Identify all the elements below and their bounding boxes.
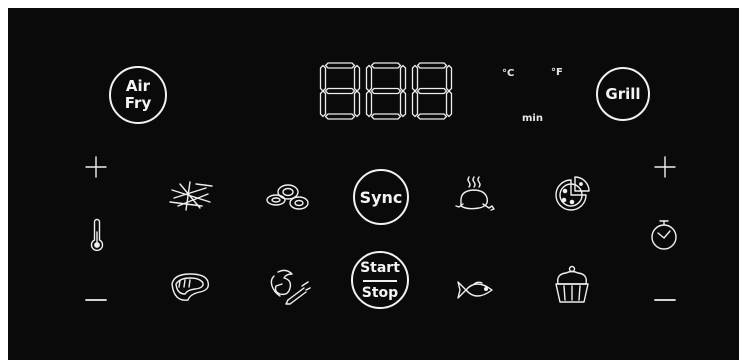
start-stop-button[interactable]: Start Stop — [351, 251, 409, 309]
pizza-icon[interactable] — [551, 174, 595, 216]
segment-2-a — [370, 62, 402, 69]
segment-2-e — [365, 90, 373, 118]
time-minus-button[interactable] — [654, 294, 676, 306]
air-fry-button[interactable]: Air Fry — [109, 66, 167, 124]
time-plus-button[interactable] — [653, 155, 677, 179]
segment-3-c — [445, 90, 453, 118]
segment-3-g — [416, 87, 448, 95]
vegetables-icon[interactable] — [264, 178, 312, 214]
seven-segment-digits — [319, 62, 453, 120]
sync-button[interactable]: Sync — [353, 169, 409, 225]
segment-3-a — [416, 62, 448, 69]
thermometer-icon — [90, 218, 104, 252]
segment-1-a — [324, 62, 356, 69]
segment-3-e — [411, 90, 419, 118]
sync-label: Sync — [359, 187, 403, 207]
timer-icon — [649, 218, 679, 252]
dessert-icon[interactable] — [552, 264, 592, 308]
start-stop-divider — [363, 279, 397, 282]
segment-1-d — [324, 113, 356, 120]
segment-2-c — [399, 90, 407, 118]
steak-icon[interactable] — [166, 270, 214, 304]
display-digits-text: 888 — [321, 123, 322, 124]
fries-icon[interactable] — [166, 178, 216, 214]
stop-label: Stop — [361, 284, 399, 301]
fahrenheit-indicator: °F — [551, 67, 563, 78]
segment-2-g — [370, 87, 402, 95]
grill-label: Grill — [605, 85, 641, 103]
grill-button[interactable]: Grill — [596, 67, 650, 121]
minutes-indicator: min — [522, 113, 543, 124]
temp-plus-button[interactable] — [84, 155, 108, 179]
shrimp-icon[interactable] — [266, 266, 312, 308]
start-label: Start — [360, 259, 400, 276]
temp-minus-button[interactable] — [85, 294, 107, 306]
control-panel: Air Fry 888 °C °F min Grill — [8, 8, 739, 360]
segment-3-f — [411, 64, 419, 92]
segment-2-b — [399, 64, 407, 92]
segment-1-b — [353, 64, 361, 92]
segment-1-c — [353, 90, 361, 118]
segment-3-d — [416, 113, 448, 120]
fish-icon[interactable] — [454, 278, 496, 302]
segment-1-g — [324, 87, 356, 95]
segment-1-e — [319, 90, 327, 118]
air-fry-label-line1: Air — [125, 77, 151, 95]
segment-2-d — [370, 113, 402, 120]
segment-2-f — [365, 64, 373, 92]
segment-1-f — [319, 64, 327, 92]
air-fry-label-line2: Fry — [124, 94, 152, 112]
segment-3-b — [445, 64, 453, 92]
celsius-indicator: °C — [502, 68, 515, 79]
chicken-icon[interactable] — [453, 174, 497, 216]
digit-display: 888 — [319, 62, 453, 124]
